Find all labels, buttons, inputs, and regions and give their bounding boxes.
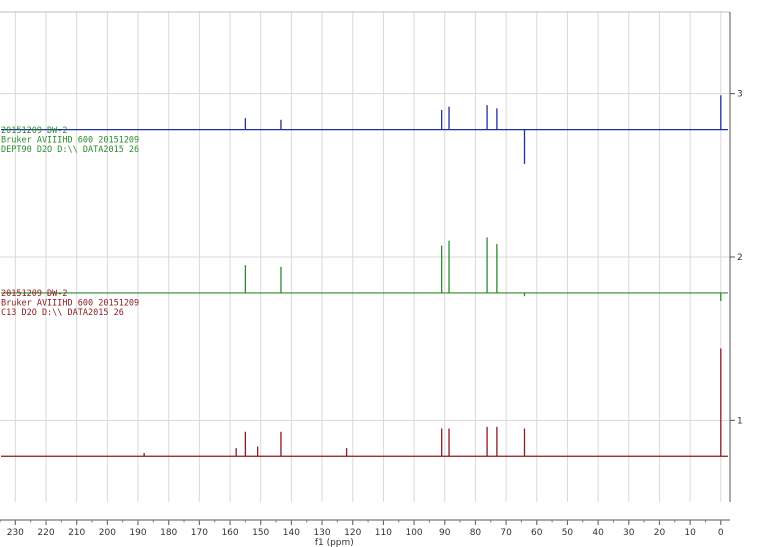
x-tick-label: 200 bbox=[99, 528, 116, 538]
x-tick-label: 80 bbox=[470, 528, 482, 538]
x-tick-label: 160 bbox=[221, 528, 238, 538]
x-tick-label: 30 bbox=[623, 528, 635, 538]
x-tick-label: 150 bbox=[252, 528, 269, 538]
x-tick-label: 180 bbox=[160, 528, 177, 538]
x-tick-label: 170 bbox=[191, 528, 208, 538]
x-tick-label: 120 bbox=[344, 528, 361, 538]
x-tick-label: 10 bbox=[684, 528, 696, 538]
series-dept90 bbox=[1, 237, 728, 302]
x-tick-label: 60 bbox=[531, 528, 543, 538]
x-tick-label: 90 bbox=[439, 528, 451, 538]
y-tick-label: 2 bbox=[737, 253, 743, 263]
x-tick-label: 40 bbox=[592, 528, 604, 538]
spectrum-label-line: 20151209 DW-2 bbox=[1, 289, 68, 299]
spectrum-label-line: Bruker AVIIIHD 600 20151209 bbox=[1, 299, 139, 309]
grid-lines bbox=[0, 11, 731, 502]
x-tick-label: 220 bbox=[37, 528, 54, 538]
nmr-spectrum-chart: 20151209 DW-2Bruker AVIIIHD 600 20151209… bbox=[0, 11, 743, 547]
y-tick-label: 1 bbox=[737, 416, 743, 426]
x-tick-label: 130 bbox=[313, 528, 330, 538]
spectrum-label-line: Bruker AVIIIHD 600 20151209 bbox=[1, 135, 139, 145]
x-tick-label: 110 bbox=[375, 528, 392, 538]
x-tick-label: 20 bbox=[654, 528, 666, 538]
x-axis-label: f1 (ppm) bbox=[315, 538, 354, 547]
spectrum-label-line: DEPT90 D2O D:\\ DATA2015 26 bbox=[1, 145, 139, 155]
x-tick-label: 50 bbox=[562, 528, 574, 538]
x-tick-label: 100 bbox=[405, 528, 422, 538]
series-c13 bbox=[1, 348, 728, 457]
spectrum-label-line: 20151209 DW-2 bbox=[1, 126, 68, 136]
x-axis: 230 220 210 200 190 180 170 160 150 140 130 120 110 1… bbox=[0, 519, 730, 547]
y-axis: 1 2 3 bbox=[730, 90, 743, 426]
spectrum-labels: 20151209 DW-2Bruker AVIIIHD 600 20151209… bbox=[1, 126, 139, 318]
x-tick-label: 210 bbox=[68, 528, 85, 538]
x-tick-label: 140 bbox=[283, 528, 300, 538]
y-tick-label: 3 bbox=[737, 90, 743, 100]
x-tick-label: 0 bbox=[718, 528, 724, 538]
spectrum-label-line: C13 D2O D:\\ DATA2015 26 bbox=[1, 308, 124, 318]
x-tick-label: 190 bbox=[129, 528, 146, 538]
x-tick-label: 230 bbox=[7, 528, 24, 538]
x-tick-label: 70 bbox=[500, 528, 512, 538]
